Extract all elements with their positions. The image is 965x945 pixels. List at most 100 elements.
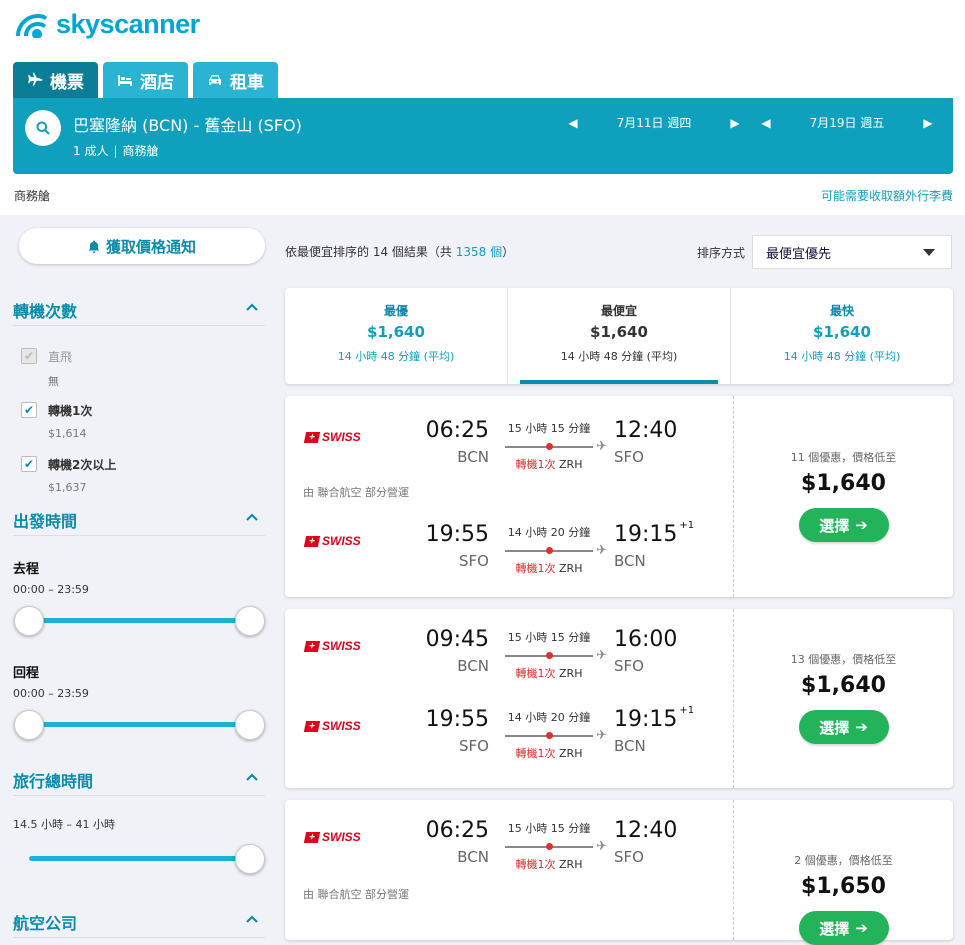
summary-fastest[interactable]: 最快 $1,640 14 小時 48 分鐘 (平均)	[730, 288, 953, 384]
tab-car-hire[interactable]: 租車	[193, 62, 278, 98]
summary-fastest-price: $1,640	[813, 323, 871, 341]
plane-icon: ✈	[596, 543, 607, 558]
return-slider-max-handle[interactable]	[235, 710, 265, 740]
return-date[interactable]: 7月19日 週五	[776, 114, 918, 131]
outbound-leg: + SWISS 06:25 BCN 15 小時 15 分鐘 ✈ 轉機1次 ZRH …	[285, 410, 733, 472]
arrival-time: 12:40	[614, 418, 679, 443]
stops-info: 轉機1次 ZRH	[505, 456, 593, 472]
flight-result-card[interactable]: + SWISS 06:25 BCN 15 小時 15 分鐘 ✈ 轉機1次 ZRH …	[285, 800, 953, 945]
flight-result-card[interactable]: + SWISS 09:45 BCN 15 小時 15 分鐘 ✈ 轉機1次 ZRH …	[285, 609, 953, 788]
two-plus-stops-price: $1,637	[48, 481, 87, 494]
summary-best-duration: 14 小時 48 分鐘 (平均)	[337, 350, 455, 363]
cabin-class-label: 商務艙	[14, 189, 51, 203]
return-prev-arrow-icon[interactable]: ◀	[756, 116, 776, 130]
arrival-time-value: 12:40	[614, 818, 678, 843]
two-plus-stops-checkbox[interactable]: ✔	[21, 456, 37, 472]
stop-dot	[546, 547, 553, 554]
outbound-slider-min-handle[interactable]	[14, 606, 44, 636]
summary-cheapest-price: $1,640	[590, 323, 648, 341]
summary-best[interactable]: 最優 $1,640 14 小時 48 分鐘 (平均)	[285, 288, 507, 384]
departure-times-filter-header[interactable]: 出發時間	[13, 504, 265, 536]
airline-name: SWISS	[322, 534, 361, 548]
departure-airport: SFO	[459, 737, 489, 755]
summary-cheapest[interactable]: 最便宜 $1,640 14 小時 48 分鐘 (平均)	[507, 288, 730, 384]
departure-airport: BCN	[457, 448, 489, 466]
airlines-filter-header[interactable]: 航空公司	[13, 906, 265, 938]
select-label: 選擇	[819, 919, 850, 938]
swiss-cross-icon: +	[303, 831, 321, 843]
return-slider-track	[29, 722, 249, 727]
select-button[interactable]: 選擇 ➔	[798, 710, 889, 744]
flight-duration: 15 小時 15 分鐘	[507, 822, 591, 835]
operated-by-note: 由 聯合航空 部分營運	[303, 486, 409, 499]
tab-car-hire-label: 租車	[230, 72, 264, 93]
passenger-cabin-summary[interactable]: 1 成人 | 商務艙	[73, 142, 159, 159]
one-stop-checkbox[interactable]: ✔	[21, 402, 37, 418]
return-slider-min-handle[interactable]	[14, 710, 44, 740]
departure-airport: BCN	[457, 848, 489, 866]
plane-icon: ✈	[596, 728, 607, 743]
skyscanner-logo[interactable]: skyscanner	[12, 8, 200, 40]
sunrise-cloud-icon	[16, 14, 47, 38]
departure-airport: SFO	[459, 552, 489, 570]
plane-icon	[28, 72, 43, 86]
select-button[interactable]: 選擇 ➔	[798, 508, 889, 542]
tab-flights-label: 機票	[50, 72, 84, 93]
duration-slider-max-handle[interactable]	[235, 844, 265, 874]
swiss-logo: + SWISS	[303, 534, 361, 548]
outbound-next-arrow-icon[interactable]: ▶	[725, 116, 745, 130]
airline-name: SWISS	[322, 430, 361, 444]
chevron-up-icon[interactable]	[245, 300, 259, 314]
route-title[interactable]: 巴塞隆納 (BCN) - 舊金山 (SFO)	[73, 112, 302, 136]
outbound-slider-max-handle[interactable]	[235, 606, 265, 636]
outbound-leg: + SWISS 06:25 BCN 15 小時 15 分鐘 ✈ 轉機1次 ZRH …	[285, 810, 733, 871]
search-button[interactable]	[25, 110, 61, 146]
price-alert-button[interactable]: 獲取價格通知	[19, 228, 265, 264]
chevron-up-icon[interactable]	[245, 912, 259, 926]
next-day-indicator: +1	[679, 705, 695, 716]
select-button[interactable]: 選擇 ➔	[798, 911, 889, 945]
results-total-link[interactable]: 1358 個	[456, 245, 502, 259]
stop-airport: ZRH	[559, 562, 583, 575]
baggage-fees-link[interactable]: 可能需要收取額外行李費	[821, 187, 953, 204]
flight-duration: 15 小時 15 分鐘	[507, 631, 591, 644]
journey-duration-slider[interactable]	[13, 842, 265, 874]
outbound-time-slider[interactable]	[13, 604, 265, 636]
stop-airport: ZRH	[559, 667, 583, 680]
summary-fastest-duration: 14 小時 48 分鐘 (平均)	[783, 350, 901, 363]
passengers-count: 1 成人	[73, 144, 109, 158]
return-next-arrow-icon[interactable]: ▶	[918, 116, 938, 130]
direct-label: 直飛	[48, 350, 73, 364]
route-line: ✈	[505, 543, 607, 558]
chevron-up-icon[interactable]	[245, 770, 259, 784]
deals-count: 13 個優惠，價格低至	[790, 653, 897, 666]
search-summary-bar[interactable]: 巴塞隆納 (BCN) - 舊金山 (SFO) 1 成人 | 商務艙 ◀ 7月11日 …	[13, 98, 953, 174]
deals-count: 11 個優惠，價格低至	[790, 451, 897, 464]
outbound-date-picker: ◀ 7月11日 週四 ▶	[563, 114, 745, 131]
bell-icon	[88, 240, 100, 253]
departure-time: 06:25	[425, 418, 489, 443]
sort-dropdown[interactable]: 最便宜優先	[752, 235, 952, 269]
tab-hotels[interactable]: 酒店	[103, 62, 188, 98]
flight-result-card[interactable]: + SWISS 06:25 BCN 15 小時 15 分鐘 ✈ 轉機1次 ZRH …	[285, 396, 953, 597]
outbound-prev-arrow-icon[interactable]: ◀	[563, 116, 583, 130]
route-line: ✈	[505, 648, 607, 663]
chevron-up-icon[interactable]	[245, 510, 259, 524]
stop-dot	[546, 443, 553, 450]
stops-info: 轉機1次 ZRH	[505, 560, 593, 576]
return-time-slider[interactable]	[13, 708, 265, 740]
stops-option-one-stop[interactable]: ✔ 轉機1次 $1,614	[13, 396, 265, 450]
stop-dot	[546, 843, 553, 850]
journey-duration-filter-header[interactable]: 旅行總時間	[13, 764, 265, 796]
stops-option-direct: ✔ 直飛 無	[13, 342, 265, 396]
outbound-date[interactable]: 7月11日 週四	[583, 114, 725, 131]
stops-filter-header[interactable]: 轉機次數	[13, 294, 265, 326]
summary-cheapest-duration: 14 小時 48 分鐘 (平均)	[560, 350, 678, 363]
tab-flights[interactable]: 機票	[13, 62, 98, 98]
next-day-indicator: +1	[679, 520, 695, 531]
stop-dot	[546, 732, 553, 739]
arrival-airport: BCN	[614, 552, 646, 570]
stops-option-two-plus[interactable]: ✔ 轉機2次以上 $1,637	[13, 450, 265, 504]
swiss-cross-icon: +	[303, 535, 321, 547]
stop-dot	[546, 652, 553, 659]
